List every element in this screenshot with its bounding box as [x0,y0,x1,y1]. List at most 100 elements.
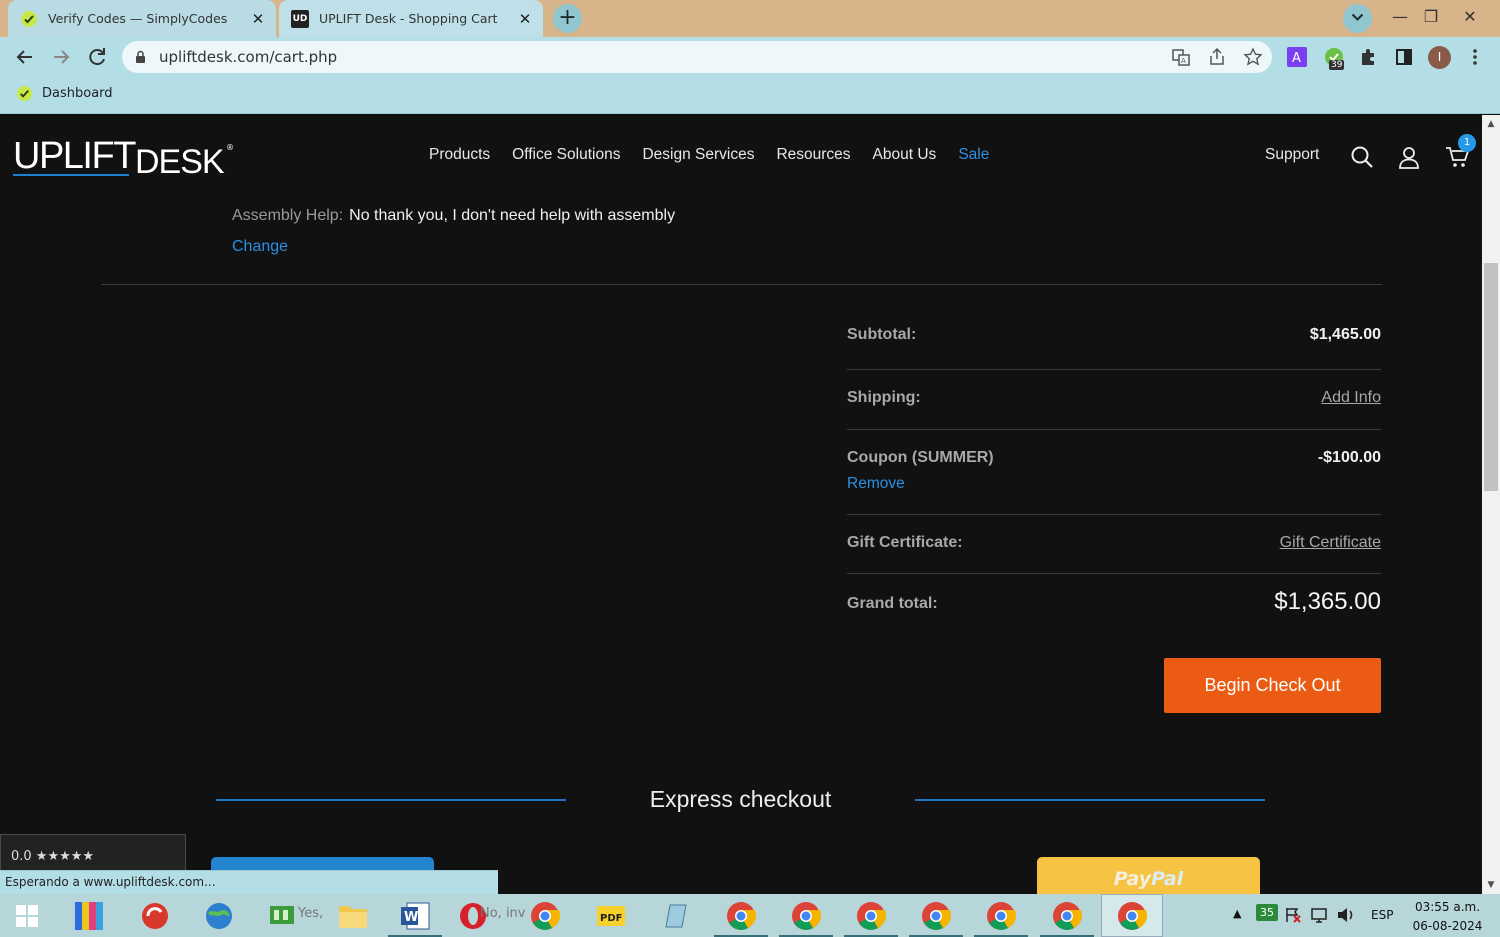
tab-search-button[interactable] [1343,4,1372,33]
search-icon[interactable] [1350,145,1374,169]
start-button[interactable] [0,894,54,937]
clock-date: 06-08-2024 [1412,919,1483,933]
nav-design-services[interactable]: Design Services [642,146,754,164]
svg-text:W: W [404,910,418,925]
tray-count-badge[interactable]: 35 [1256,904,1278,921]
pdf-icon: PDF [597,905,625,926]
back-arrow-icon[interactable] [13,45,37,69]
chrome-icon [727,901,757,930]
url-text: upliftdesk.com/cart.php [159,48,338,66]
assembly-help-label: Assembly Help: [232,207,344,224]
paypal-button[interactable]: PayPal [1037,857,1260,894]
paypal-logo-pal: Pal [1151,868,1184,890]
scroll-down-icon[interactable]: ▼ [1482,880,1500,890]
taskbar-app-globe[interactable] [188,894,250,937]
color-stripes-app-icon [75,901,103,930]
cart-count-badge: 1 [1458,134,1476,152]
network-icon[interactable] [1310,906,1328,924]
taskbar-app-explorer[interactable] [322,894,384,937]
nav-resources[interactable]: Resources [776,146,850,164]
cleaner-app-icon [142,902,168,929]
chrome-icon [987,901,1017,930]
tab-uplift-cart[interactable]: UD UPLIFT Desk - Shopping Cart ✕ [279,0,543,37]
taskbar-chrome-window-1[interactable] [710,894,772,937]
extension-a-icon[interactable]: A [1287,47,1307,67]
forward-arrow-icon[interactable] [49,45,73,69]
profile-avatar[interactable]: I [1428,46,1451,69]
taskbar-app-pdf[interactable]: PDF [580,894,642,937]
user-account-icon[interactable] [1397,145,1421,169]
close-tab-icon[interactable]: ✕ [515,10,535,28]
nav-sale[interactable]: Sale [958,146,989,164]
bookmarks-bar: Dashboard [0,77,1500,114]
close-window-icon[interactable]: ✕ [1452,0,1488,37]
logo-word-desk: DESK [135,143,225,181]
gift-certificate-label: Gift Certificate: [847,534,963,551]
nav-about-us[interactable]: About Us [873,146,937,164]
chrome-icon [531,901,561,930]
chevron-down-icon [1351,13,1364,21]
taskbar-app-chrome[interactable] [514,894,576,937]
side-panel-icon[interactable] [1394,47,1414,67]
globe-app-icon [206,902,232,929]
bookmark-star-icon[interactable] [1243,47,1263,67]
reload-icon[interactable] [85,45,109,69]
flag-warning-icon[interactable] [1284,906,1302,924]
subtotal-row: Subtotal: $1,465.00 [847,310,1381,370]
logo-registered-mark: ® [226,143,234,152]
coupon-row: Coupon (SUMMER) -$100.00 Remove [847,430,1381,515]
add-shipping-info-link[interactable]: Add Info [1321,389,1381,407]
taskbar-app-notepad[interactable] [644,894,706,937]
chrome-icon [922,901,952,930]
chrome-icon [1118,901,1148,930]
chrome-icon [1053,901,1083,930]
taskbar-chrome-window-4[interactable] [905,894,967,937]
taskbar-chrome-window-active[interactable] [1101,894,1163,937]
taskbar-chrome-window-3[interactable] [840,894,902,937]
express-checkout-title: Express checkout [649,786,832,812]
taskbar-app-ccleaner[interactable] [124,894,186,937]
taskbar-app-word[interactable]: W [384,894,446,937]
assembly-help-row: Assembly Help: No thank you, I don't need… [232,207,675,225]
chrome-icon [792,901,822,930]
page-scrollbar[interactable]: ▲ ▼ [1482,115,1500,894]
bookmark-dashboard[interactable]: Dashboard [16,85,113,102]
lock-icon [136,50,145,63]
address-bar[interactable]: upliftdesk.com/cart.php A [122,41,1272,73]
status-bubble: Esperando a www.upliftdesk.com... [0,870,498,894]
close-tab-icon[interactable]: ✕ [248,10,268,28]
assembly-help-value: No thank you, I don't need help with ass… [349,207,676,224]
tab-simplycodes[interactable]: Verify Codes — SimplyCodes ✕ [8,0,276,37]
gift-certificate-link[interactable]: Gift Certificate [1280,534,1381,552]
translate-icon[interactable]: A [1171,47,1191,67]
shipping-row: Shipping: Add Info [847,370,1381,430]
taskbar-chrome-window-6[interactable] [1036,894,1098,937]
change-assembly-link[interactable]: Change [232,238,288,256]
taskbar-app-colors[interactable] [58,894,120,937]
scrollbar-thumb[interactable] [1484,263,1498,491]
remove-coupon-link[interactable]: Remove [847,475,905,493]
svg-text:A: A [1292,51,1301,66]
menu-dots-icon[interactable] [1465,47,1485,67]
puzzle-extensions-icon[interactable] [1358,47,1378,67]
share-icon[interactable] [1207,47,1227,67]
begin-checkout-button[interactable]: Begin Check Out [1164,658,1381,713]
volume-icon[interactable] [1336,906,1356,924]
taskbar-clock[interactable]: 03:55 a.m. 06-08-2024 [1410,898,1485,936]
support-link[interactable]: Support [1265,146,1319,164]
restore-icon[interactable]: ❐ [1413,0,1449,37]
taskbar-yes-label: Yes, [298,906,324,921]
main-navigation: Products Office Solutions Design Service… [429,146,1011,164]
nav-products[interactable]: Products [429,146,490,164]
tray-chevron-up-icon[interactable]: ▲ [1233,907,1241,920]
scroll-up-icon[interactable]: ▲ [1482,119,1500,129]
taskbar-app-yes[interactable]: Yes, [258,894,330,937]
new-tab-icon[interactable]: + [553,4,582,33]
logo-underline [13,174,129,176]
word-icon: W [401,902,430,929]
site-header: UPLIFT DESK ® Products Office Solutions … [0,115,1482,197]
language-indicator[interactable]: ESP [1371,908,1393,922]
taskbar-chrome-window-2[interactable] [775,894,837,937]
nav-office-solutions[interactable]: Office Solutions [512,146,620,164]
taskbar-chrome-window-5[interactable] [970,894,1032,937]
